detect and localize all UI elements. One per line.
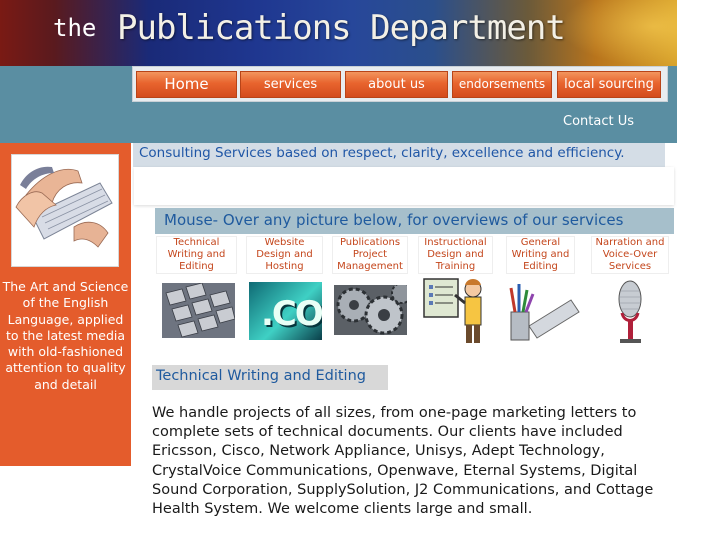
section-body: We handle projects of all sizes, from on…: [152, 405, 654, 518]
mouseover-text: Mouse- Over any picture below, for overv…: [164, 211, 624, 229]
nav-services[interactable]: services: [240, 71, 341, 98]
service-label-technical-writing[interactable]: Technical Writing and Editing: [157, 237, 236, 273]
nav-endorsements[interactable]: endorsements: [452, 71, 552, 98]
header-banner-glow: [560, 0, 677, 66]
spacer-block: [134, 167, 674, 205]
contact-us-link[interactable]: Contact Us: [563, 114, 634, 129]
pens-keyboard-image[interactable]: [507, 276, 580, 346]
sidebar-tagline: The Art and Science of the English Langu…: [2, 279, 129, 392]
service-label-project-management[interactable]: Publications Project Management: [333, 237, 407, 273]
nav-home[interactable]: Home: [136, 71, 237, 98]
typing-hands-image: [11, 154, 119, 267]
keyboard-image[interactable]: [162, 283, 235, 338]
main-nav: Home services about us endorsements loca…: [132, 66, 668, 102]
site-title: Publications Department: [117, 8, 566, 48]
service-label-narration[interactable]: Narration and Voice-Over Services: [592, 237, 668, 273]
service-label-website-design[interactable]: Website Design and Hosting: [247, 237, 322, 273]
consulting-text: Consulting Services based on respect, cl…: [139, 145, 625, 161]
nav-about-us[interactable]: about us: [345, 71, 448, 98]
dot-com-image[interactable]: .COI: [249, 282, 322, 340]
service-label-general-writing[interactable]: General Writing and Editing: [507, 237, 574, 273]
instructor-image[interactable]: [421, 275, 494, 347]
microphone-image[interactable]: [612, 277, 649, 345]
dot-com-image-text: .COI: [261, 294, 322, 334]
section-title: Technical Writing and Editing: [156, 368, 366, 384]
nav-local-sourcing[interactable]: local sourcing: [557, 71, 661, 98]
site-title-prefix: the: [53, 14, 97, 42]
service-label-instructional-design[interactable]: Instructional Design and Training: [419, 237, 492, 273]
gears-image[interactable]: [334, 285, 407, 335]
